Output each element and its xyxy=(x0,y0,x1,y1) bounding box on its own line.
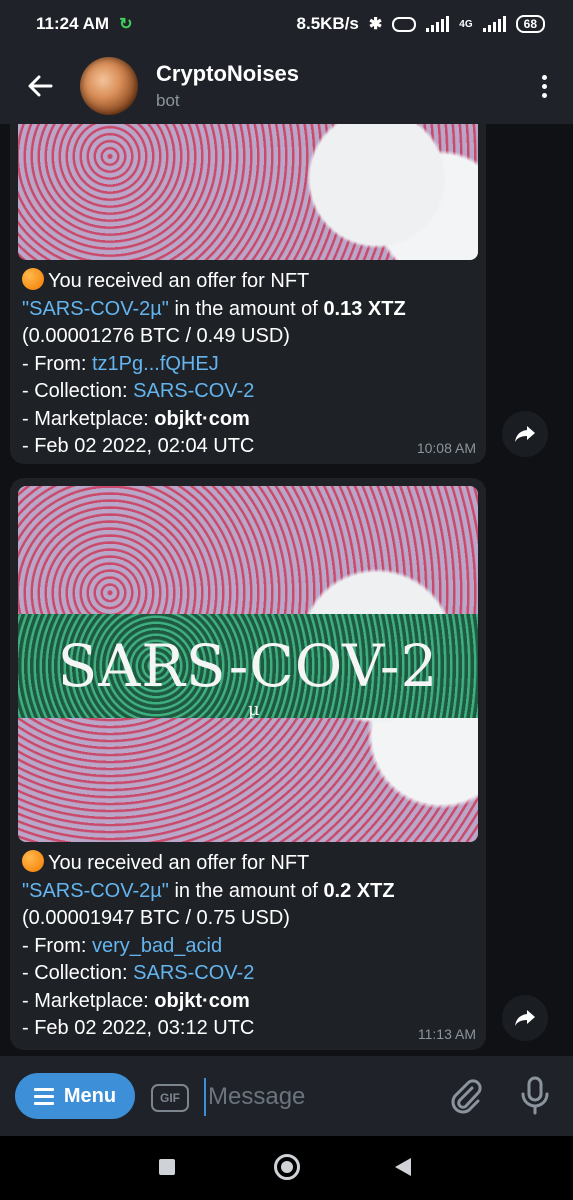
chat-titles[interactable]: CryptoNoises bot xyxy=(156,61,299,111)
from-link[interactable]: tz1Pg...fQHEJ xyxy=(92,353,219,375)
coin-icon xyxy=(22,268,44,290)
network-type: 4G xyxy=(459,18,473,30)
image-logo: SARS-COV-2 µ xyxy=(57,632,439,720)
mic-icon[interactable] xyxy=(520,1076,550,1116)
bot-menu-button[interactable]: Menu xyxy=(15,1073,135,1119)
nft-image[interactable]: SARS-COV-2 µ xyxy=(18,486,478,842)
gif-icon[interactable]: GIF xyxy=(151,1084,189,1112)
toggle-icon xyxy=(392,16,417,32)
nft-image[interactable] xyxy=(18,124,478,260)
message-time: 11:13 AM xyxy=(417,1026,476,1042)
offer-date: - Feb 02 2022, 03:12 UTC xyxy=(22,1017,255,1039)
status-bar: 11:24 AM ↻ 8.5KB/s ✱ 4G 68 xyxy=(0,0,573,48)
signal-icon-2 xyxy=(482,16,506,32)
collection-link[interactable]: SARS-COV-2 xyxy=(133,380,254,402)
share-icon xyxy=(515,426,535,442)
sync-icon: ↻ xyxy=(119,16,133,33)
message-text: You received an offer for NFT "SARS-COV-… xyxy=(10,842,486,1043)
share-icon xyxy=(515,1010,535,1026)
offer-date: - Feb 02 2022, 02:04 UTC xyxy=(22,435,255,457)
offer-amount: 0.13 XTZ xyxy=(323,297,406,320)
chat-header: CryptoNoises bot xyxy=(0,48,573,124)
chat-title: CryptoNoises xyxy=(156,61,300,86)
marketplace: objkt·com xyxy=(154,989,250,1012)
from-link[interactable]: very_bad_acid xyxy=(92,935,222,957)
attach-icon[interactable] xyxy=(450,1078,482,1114)
nav-back-icon[interactable] xyxy=(395,1158,411,1176)
more-vert-icon[interactable] xyxy=(542,74,547,98)
home-icon[interactable] xyxy=(274,1154,300,1180)
recents-icon[interactable] xyxy=(159,1159,175,1175)
message-text: You received an offer for NFT "SARS-COV-… xyxy=(10,260,486,461)
share-button[interactable] xyxy=(502,995,548,1041)
back-button[interactable] xyxy=(0,74,80,98)
conversion: (0.00001276 BTC / 0.49 USD) xyxy=(22,325,290,347)
collection-link[interactable]: SARS-COV-2 xyxy=(133,962,254,984)
image-logo-band: SARS-COV-2 µ xyxy=(18,614,478,720)
nft-name-link[interactable]: "SARS-COV-2µ" xyxy=(22,880,169,902)
net-speed: 8.5KB/s xyxy=(296,14,359,33)
chat-subtitle: bot xyxy=(156,91,180,110)
menu-icon xyxy=(33,1087,54,1105)
system-nav-bar xyxy=(0,1136,573,1200)
battery-icon: 68 xyxy=(515,15,545,33)
offer-amount: 0.2 XTZ xyxy=(323,879,395,902)
chat-area[interactable]: You received an offer for NFT "SARS-COV-… xyxy=(0,124,573,1056)
share-button[interactable] xyxy=(502,411,548,457)
status-time: 11:24 AM xyxy=(36,14,110,33)
message-bubble[interactable]: You received an offer for NFT "SARS-COV-… xyxy=(10,124,486,464)
bluetooth-icon: ✱ xyxy=(368,16,383,33)
nft-name-link[interactable]: "SARS-COV-2µ" xyxy=(22,298,169,320)
message-bubble[interactable]: SARS-COV-2 µ You received an offer for NF… xyxy=(10,478,486,1050)
marketplace: objkt·com xyxy=(154,407,250,430)
message-time: 10:08 AM xyxy=(416,440,476,456)
signal-icon xyxy=(426,16,450,32)
coin-icon xyxy=(22,850,44,872)
message-input[interactable] xyxy=(204,1078,440,1116)
menu-label: Menu xyxy=(63,1084,117,1107)
input-bar: Menu GIF xyxy=(0,1056,573,1136)
status-right: 8.5KB/s ✱ 4G 68 xyxy=(297,14,545,34)
conversion: (0.00001947 BTC / 0.75 USD) xyxy=(22,907,290,929)
back-arrow-icon xyxy=(28,75,53,97)
avatar[interactable] xyxy=(80,57,138,115)
